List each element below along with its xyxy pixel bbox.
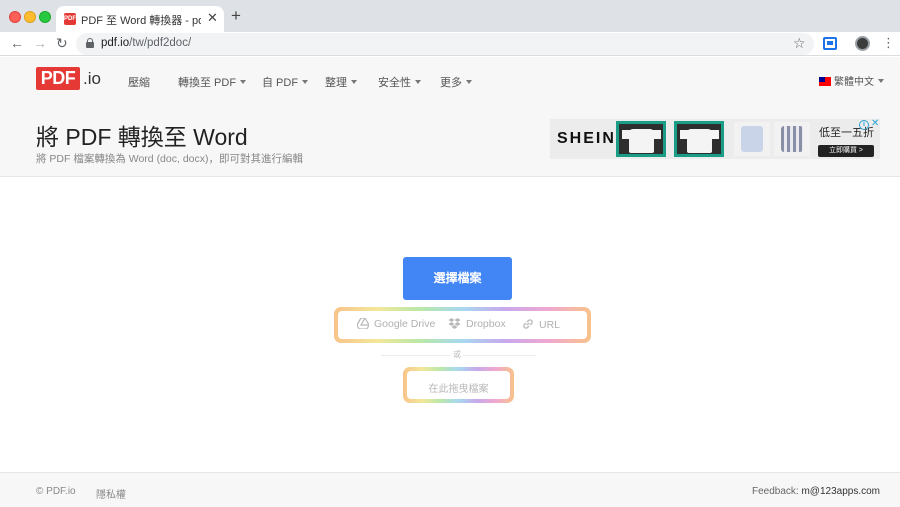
close-window-button[interactable] [9,11,21,23]
ad-product-image [774,122,810,156]
feedback-label: Feedback: [751,486,802,497]
dropbox-button[interactable]: Dropbox [448,318,506,330]
ad-product-image [674,121,724,157]
logo-io-text: .io [83,69,101,88]
page-title: 將 PDF 轉換至 Word [36,124,248,150]
ad-buy-button[interactable]: 立即購買 > [818,145,874,157]
chevron-down-icon [415,80,421,84]
nav-compress-label: 壓縮 [128,77,150,89]
nav-convert-to-pdf[interactable]: 轉換至 PDF [178,74,247,90]
link-icon [523,319,533,329]
chevron-down-icon [302,80,309,84]
site-header: PDF .io 壓縮 轉換至 PDF 自 PDF 整理 安全性 更多 繁體中文 [0,57,900,101]
lock-icon [86,38,94,48]
logo-pdf-mark: PDF [36,67,80,90]
nav-security[interactable]: 安全性 [378,74,421,90]
taiwan-flag-icon [819,77,831,86]
tab-close-icon[interactable]: ✕ [207,11,218,25]
ad-close-icon[interactable]: ✕ [871,118,879,130]
chevron-down-icon [878,79,884,83]
ad-brand-logo: SHEIN [557,130,616,147]
nav-security-label: 安全性 [378,77,411,89]
ad-info-icon[interactable]: i [859,120,869,130]
ad-banner[interactable]: SHEIN 低至一五折 立即購買 > [550,119,880,159]
nav-compress[interactable]: 壓縮 [128,74,150,90]
google-drive-icon [357,318,369,329]
extension-icon[interactable] [823,37,837,50]
feedback-email-link[interactable]: m@123apps.com [801,486,880,497]
or-separator: 或 [451,349,463,360]
forward-arrow-icon[interactable]: → [33,35,47,51]
browser-menu-icon[interactable]: ⋮ [882,36,895,50]
dropbox-icon [448,318,461,329]
drop-zone-label: 在此拖曳檔案 [428,384,489,395]
google-drive-button[interactable]: Google Drive [357,318,435,330]
nav-from-pdf[interactable]: 自 PDF [262,74,309,90]
footer-copyright: © PDF.io [36,486,76,497]
nav-convert-to-pdf-label: 轉換至 PDF [178,77,237,89]
ad-product-image [734,122,770,156]
nav-organize[interactable]: 整理 [325,74,357,90]
pdf-favicon-icon: PDF [64,13,76,25]
address-bar[interactable]: pdf.io/tw/pdf2doc/ ☆ [76,33,814,55]
site-footer: © PDF.io 隱私權 Feedback: m@123apps.com [0,472,900,507]
browser-tab-bar: PDF PDF 至 Word 轉換器 - pdf 至 doc ✕ + [0,0,900,32]
nav-more-label: 更多 [440,77,462,89]
url-label: URL [539,319,561,331]
dropbox-label: Dropbox [466,318,506,330]
profile-avatar[interactable] [855,36,870,51]
footer-privacy-link[interactable]: 隱私權 [96,486,126,501]
choose-file-button[interactable]: 選擇檔案 [403,257,512,300]
nav-from-pdf-label: 自 PDF [262,77,299,89]
maximize-window-button[interactable] [39,11,51,23]
page-subtitle: 將 PDF 檔案轉換為 Word (doc, docx)，即可對其進行編輯 [36,153,304,165]
nav-more[interactable]: 更多 [440,74,472,90]
cloud-sources-box: Google Drive Dropbox URL [334,307,591,343]
back-arrow-icon[interactable]: ← [10,35,24,51]
language-label: 繁體中文 [834,77,874,88]
language-selector[interactable]: 繁體中文 [819,73,884,88]
url-button[interactable]: URL [522,318,560,331]
tab-title: PDF 至 Word 轉換器 - pdf 至 doc [81,15,201,27]
url-text: pdf.io/tw/pdf2doc/ [101,37,191,49]
footer-feedback: Feedback: m@123apps.com [752,486,880,497]
url-path: /tw/pdf2doc/ [129,37,192,49]
ad-product-image [616,121,666,157]
bookmark-star-icon[interactable]: ☆ [793,35,806,52]
browser-toolbar: ← → ↻ pdf.io/tw/pdf2doc/ ☆ [0,32,900,56]
minimize-window-button[interactable] [24,11,36,23]
google-drive-label: Google Drive [374,318,436,330]
browser-tab[interactable]: PDF PDF 至 Word 轉換器 - pdf 至 doc ✕ [56,6,224,32]
nav-organize-label: 整理 [325,77,347,89]
drop-zone[interactable]: 在此拖曳檔案 [403,367,514,403]
chevron-down-icon [351,80,357,84]
chevron-down-icon [466,80,472,84]
new-tab-icon[interactable]: + [231,7,241,25]
hero-section: 將 PDF 轉換至 Word 將 PDF 檔案轉換為 Word (doc, do… [0,101,900,177]
reload-icon[interactable]: ↻ [56,35,68,51]
url-host: pdf.io [101,37,130,49]
chevron-down-icon [240,80,247,84]
